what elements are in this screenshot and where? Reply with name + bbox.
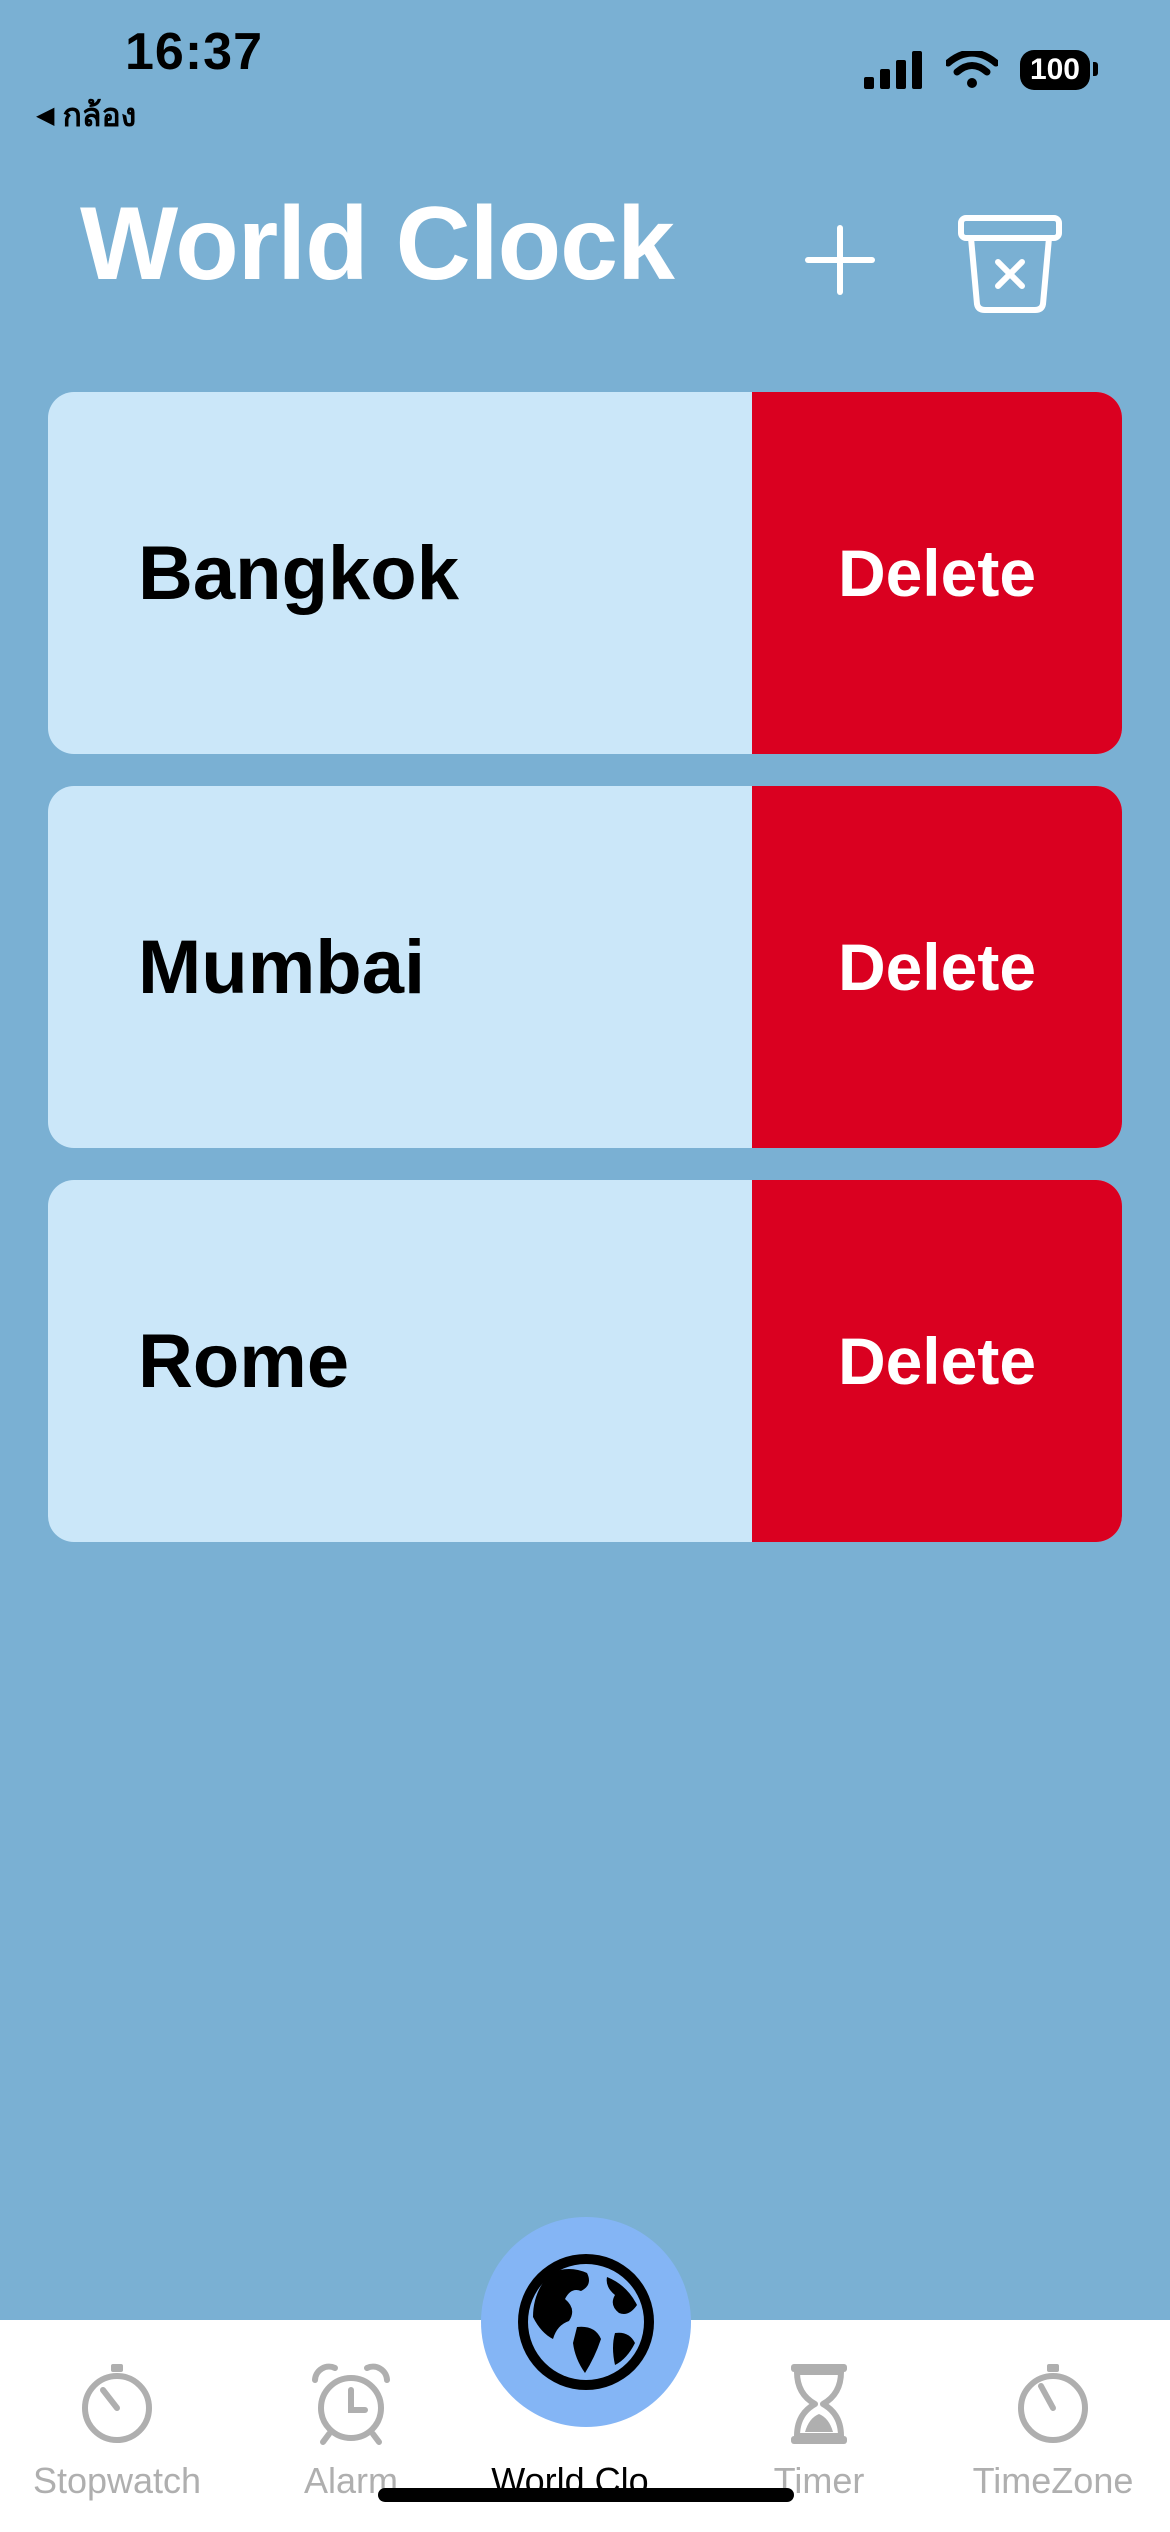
- city-row-bangkok[interactable]: Bangkok Delete: [48, 392, 1122, 754]
- trash-x-icon: [958, 215, 1062, 313]
- back-triangle-icon: ◀: [36, 102, 55, 129]
- delete-button[interactable]: Delete: [752, 392, 1122, 754]
- status-bar: 16:37 ◀ กล้อง 100: [0, 0, 1170, 133]
- alarm-icon: [312, 2363, 390, 2445]
- status-icons: 100: [863, 50, 1099, 90]
- tab-timezone[interactable]: TimeZone: [936, 2320, 1170, 2532]
- globe-icon: [518, 2254, 654, 2390]
- home-indicator: [378, 2488, 794, 2502]
- city-name: Bangkok: [138, 530, 459, 616]
- city-row-mumbai[interactable]: Mumbai Delete: [48, 786, 1122, 1148]
- world-clock-tab-circle[interactable]: [481, 2217, 691, 2427]
- city-list: Bangkok Delete Mumbai Delete Rome Delete: [48, 392, 1122, 1574]
- page-title: World Clock: [80, 186, 675, 302]
- delete-button[interactable]: Delete: [752, 1180, 1122, 1542]
- gauge-icon: [1018, 2364, 1088, 2443]
- plus-icon: [805, 225, 875, 295]
- back-to-camera-link[interactable]: ◀ กล้อง: [36, 90, 136, 141]
- back-label: กล้อง: [62, 97, 137, 133]
- cellular-signal-icon: [863, 51, 922, 89]
- delete-button[interactable]: Delete: [752, 786, 1122, 1148]
- battery-indicator: 100: [1019, 50, 1099, 90]
- stopwatch-icon: [82, 2364, 152, 2443]
- tab-label: Stopwatch: [32, 2460, 202, 2501]
- city-name: Rome: [138, 1318, 350, 1404]
- wifi-icon: [945, 51, 998, 88]
- city-name: Mumbai: [138, 924, 426, 1010]
- tab-stopwatch[interactable]: Stopwatch: [0, 2320, 234, 2532]
- city-row-rome[interactable]: Rome Delete: [48, 1180, 1122, 1542]
- delete-all-button[interactable]: [955, 210, 1065, 320]
- tab-label: TimeZone: [972, 2460, 1134, 2501]
- status-time: 16:37: [125, 23, 263, 81]
- add-city-button[interactable]: [800, 220, 880, 300]
- hourglass-icon: [791, 2364, 847, 2444]
